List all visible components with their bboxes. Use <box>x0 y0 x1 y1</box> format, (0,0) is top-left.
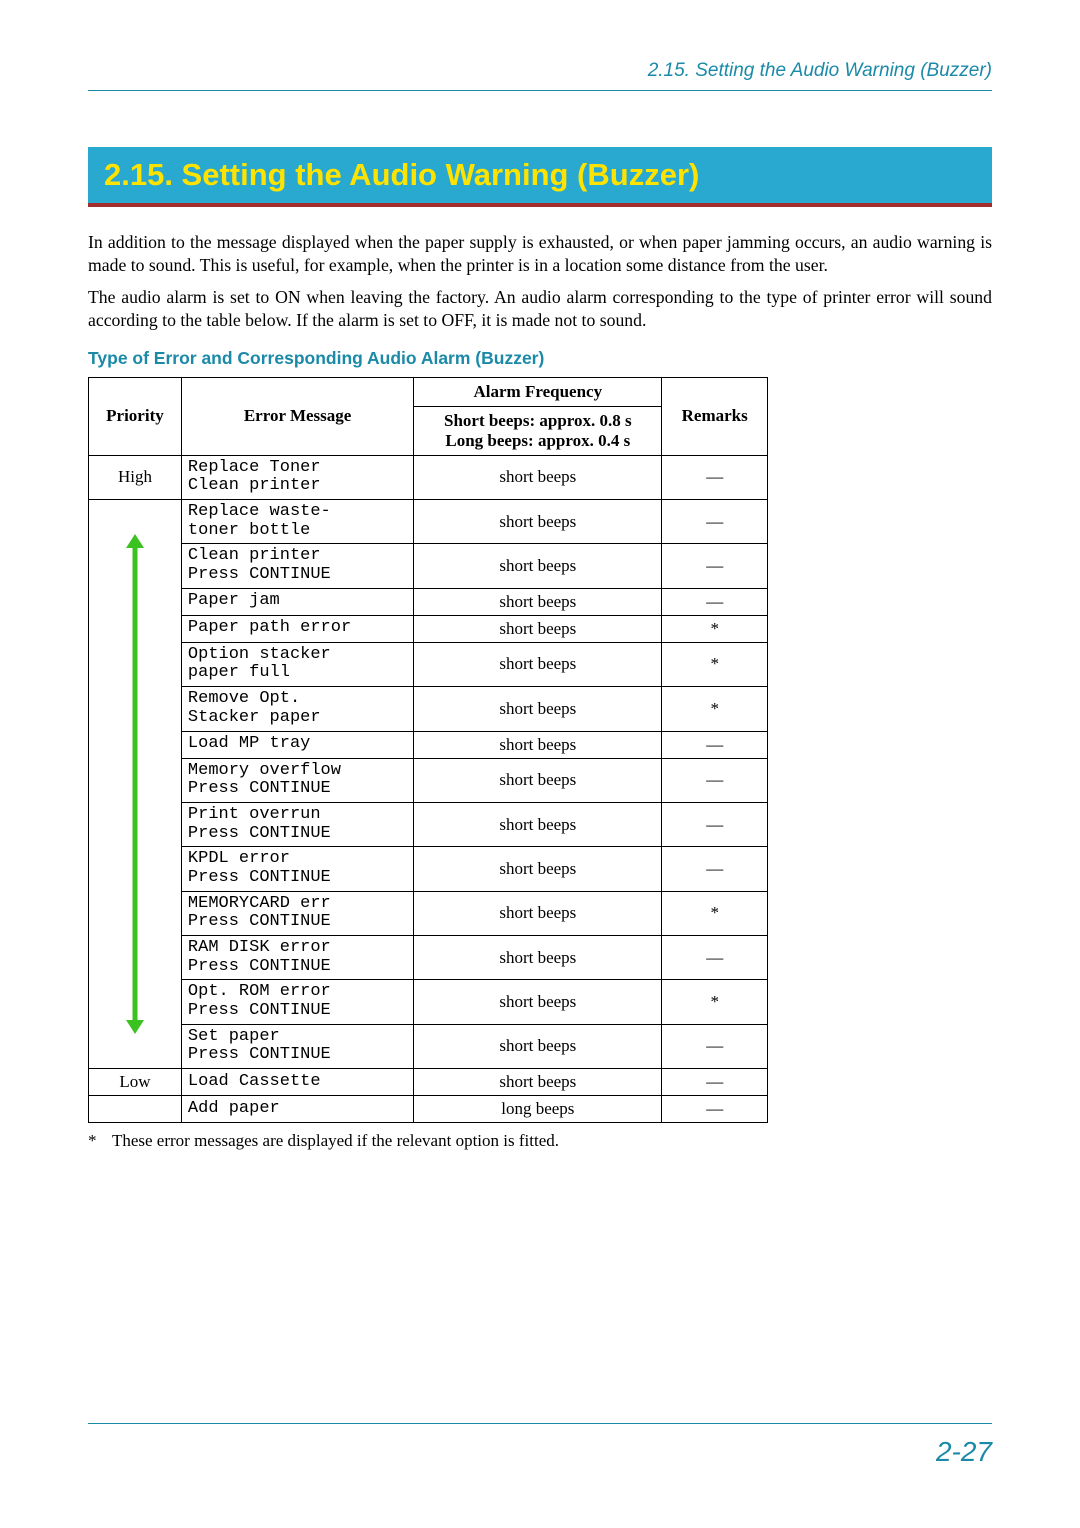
table-row: HighReplace Toner Clean printershort bee… <box>89 455 768 499</box>
table-subhead: Type of Error and Corresponding Audio Al… <box>88 348 992 369</box>
cell-remark: * <box>662 615 768 642</box>
cell-alarm: long beeps <box>414 1096 662 1123</box>
cell-alarm: short beeps <box>414 980 662 1024</box>
table-row: Option stacker paper fullshort beeps* <box>89 642 768 686</box>
priority-low: Low <box>89 1069 182 1096</box>
intro-paragraph-1: In addition to the message displayed whe… <box>88 231 992 276</box>
cell-error-message: RAM DISK error Press CONTINUE <box>181 936 413 980</box>
cell-remark: — <box>662 1024 768 1068</box>
cell-error-message: Clean printer Press CONTINUE <box>181 544 413 588</box>
cell-alarm: short beeps <box>414 642 662 686</box>
section-underline <box>88 203 992 207</box>
table-row: Replace waste- toner bottleshort beeps— <box>89 500 768 544</box>
table-row: Set paper Press CONTINUEshort beeps— <box>89 1024 768 1068</box>
cell-error-message: Option stacker paper full <box>181 642 413 686</box>
cell-error-message: Paper jam <box>181 588 413 615</box>
error-alarm-table: Priority Error Message Alarm Frequency R… <box>88 377 768 1124</box>
cell-error-message: KPDL error Press CONTINUE <box>181 847 413 891</box>
bottom-rule <box>88 1423 992 1424</box>
cell-alarm: short beeps <box>414 936 662 980</box>
priority-empty <box>89 1096 182 1123</box>
cell-error-message: Set paper Press CONTINUE <box>181 1024 413 1068</box>
footnote-mark: * <box>88 1131 108 1151</box>
cell-alarm: short beeps <box>414 455 662 499</box>
cell-remark: * <box>662 642 768 686</box>
cell-alarm: short beeps <box>414 731 662 758</box>
priority-arrow-cell <box>89 500 182 1069</box>
footnote-text: These error messages are displayed if th… <box>112 1131 559 1150</box>
cell-error-message: Memory overflow Press CONTINUE <box>181 758 413 802</box>
cell-remark: — <box>662 1069 768 1096</box>
table-row: MEMORYCARD err Press CONTINUEshort beeps… <box>89 891 768 935</box>
cell-error-message: MEMORYCARD err Press CONTINUE <box>181 891 413 935</box>
cell-remark: — <box>662 588 768 615</box>
cell-error-message: Print overrun Press CONTINUE <box>181 802 413 846</box>
cell-remark: — <box>662 936 768 980</box>
table-row: Load MP trayshort beeps— <box>89 731 768 758</box>
th-remarks: Remarks <box>662 377 768 455</box>
section-title-bar: 2.15. Setting the Audio Warning (Buzzer) <box>88 147 992 203</box>
cell-error-message: Replace Toner Clean printer <box>181 455 413 499</box>
table-row: Memory overflow Press CONTINUEshort beep… <box>89 758 768 802</box>
cell-error-message: Remove Opt. Stacker paper <box>181 687 413 731</box>
cell-error-message: Opt. ROM error Press CONTINUE <box>181 980 413 1024</box>
cell-alarm: short beeps <box>414 1024 662 1068</box>
table-row: Print overrun Press CONTINUEshort beeps— <box>89 802 768 846</box>
cell-error-message: Paper path error <box>181 615 413 642</box>
table-row: LowLoad Cassetteshort beeps— <box>89 1069 768 1096</box>
th-alarm-sub: Short beeps: approx. 0.8 s Long beeps: a… <box>414 406 662 455</box>
cell-error-message: Replace waste- toner bottle <box>181 500 413 544</box>
cell-alarm: short beeps <box>414 891 662 935</box>
cell-remark: — <box>662 500 768 544</box>
cell-remark: — <box>662 847 768 891</box>
cell-alarm: short beeps <box>414 687 662 731</box>
top-rule <box>88 90 992 91</box>
cell-remark: * <box>662 687 768 731</box>
priority-arrow-icon <box>128 534 142 1034</box>
page-number: 2-27 <box>936 1436 992 1468</box>
running-head: 2.15. Setting the Audio Warning (Buzzer) <box>88 60 992 82</box>
table-row: RAM DISK error Press CONTINUEshort beeps… <box>89 936 768 980</box>
table-row: Paper jamshort beeps— <box>89 588 768 615</box>
cell-remark: * <box>662 980 768 1024</box>
table-row: Paper path errorshort beeps* <box>89 615 768 642</box>
priority-high: High <box>89 455 182 499</box>
cell-remark: — <box>662 544 768 588</box>
table-row: Remove Opt. Stacker papershort beeps* <box>89 687 768 731</box>
table-row: Clean printer Press CONTINUEshort beeps— <box>89 544 768 588</box>
cell-remark: — <box>662 1096 768 1123</box>
cell-error-message: Load Cassette <box>181 1069 413 1096</box>
table-row: Add paperlong beeps— <box>89 1096 768 1123</box>
cell-remark: — <box>662 802 768 846</box>
th-error-message: Error Message <box>181 377 413 455</box>
cell-alarm: short beeps <box>414 1069 662 1096</box>
table-row: Opt. ROM error Press CONTINUEshort beeps… <box>89 980 768 1024</box>
cell-remark: * <box>662 891 768 935</box>
cell-remark: — <box>662 758 768 802</box>
cell-alarm: short beeps <box>414 588 662 615</box>
section-title: 2.15. Setting the Audio Warning (Buzzer) <box>104 157 976 193</box>
cell-alarm: short beeps <box>414 758 662 802</box>
cell-alarm: short beeps <box>414 802 662 846</box>
cell-alarm: short beeps <box>414 500 662 544</box>
cell-remark: — <box>662 455 768 499</box>
cell-alarm: short beeps <box>414 615 662 642</box>
th-alarm-frequency: Alarm Frequency <box>414 377 662 406</box>
intro-paragraph-2: The audio alarm is set to ON when leavin… <box>88 286 992 331</box>
cell-alarm: short beeps <box>414 544 662 588</box>
footnote: * These error messages are displayed if … <box>88 1131 992 1151</box>
table-row: KPDL error Press CONTINUEshort beeps— <box>89 847 768 891</box>
cell-error-message: Add paper <box>181 1096 413 1123</box>
cell-error-message: Load MP tray <box>181 731 413 758</box>
cell-remark: — <box>662 731 768 758</box>
th-priority: Priority <box>89 377 182 455</box>
cell-alarm: short beeps <box>414 847 662 891</box>
